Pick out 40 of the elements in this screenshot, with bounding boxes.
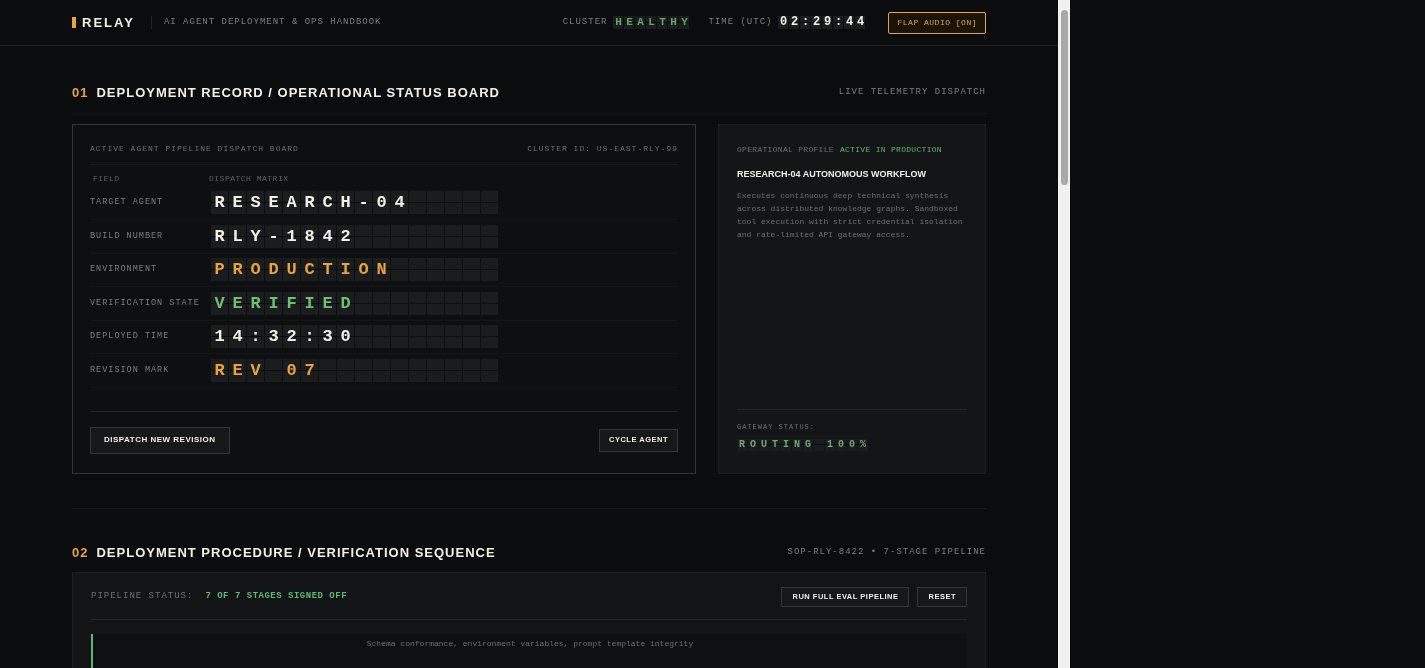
flap-value: REV 07 [211, 358, 319, 382]
flap-value: 14:32:30 [211, 325, 355, 349]
field-label: TARGET AGENT [90, 196, 165, 210]
flap-audio-button[interactable]: FLAP AUDIO [ON] [888, 11, 986, 34]
pipeline-status-label: PIPELINE STATUS: [91, 590, 194, 604]
subtitle: AI AGENT DEPLOYMENT & OPS HANDBOOK [150, 15, 382, 30]
section-title: DEPLOYMENT RECORD / OPERATIONAL STATUS BOARD [96, 84, 500, 102]
time-label: TIME (UTC) [708, 15, 773, 29]
section-title: DEPLOYMENT PROCEDURE / VERIFICATION SEQUENCE [96, 543, 496, 562]
dispatch-new-revision-button[interactable]: DISPATCH NEW REVISION [90, 426, 230, 454]
field-label: ENVIRONMENT [90, 263, 159, 277]
cluster-status: HEALTHY [613, 16, 691, 29]
board-title: ACTIVE AGENT PIPELINE DISPATCH BOARD [90, 142, 299, 155]
flap-value: RLY-1842 [211, 224, 355, 248]
profile-label: OPERATIONAL PROFILE [737, 143, 834, 156]
profile-status: ACTIVE IN PRODUCTION [839, 143, 942, 156]
field-label: VERIFICATION STATE [90, 296, 201, 310]
logo-text: RELAY [82, 13, 135, 32]
logo-bar-icon [72, 17, 76, 28]
column-header: DISPATCH MATRIX [209, 172, 289, 185]
profile-title: RESEARCH-04 AUTONOMOUS WORKFLOW [737, 167, 927, 181]
scrollbar-thumb[interactable] [1060, 10, 1068, 185]
pipeline-status-value: 7 OF 7 STAGES SIGNED OFF [205, 590, 348, 604]
column-header: FIELD [92, 172, 121, 185]
clock-time: 02:29:44 [778, 16, 867, 29]
flap-value: RESEARCH-04 [211, 191, 409, 215]
gateway-status: ROUTING 100% [737, 438, 869, 451]
cluster-label: CLUSTER [562, 15, 608, 29]
field-label: REVISION MARK [90, 363, 171, 377]
flap-value: VERIFIED [211, 291, 355, 315]
section-number: 01 [72, 84, 89, 102]
section-meta: LIVE TELEMETRY DISPATCH [838, 86, 986, 99]
profile-description: Executes continuous deep technical synthesis across distributed knowledge graphs. Sandboxed tool execution with strict credential isolation and rate-limited API gateway access. [737, 190, 964, 241]
section-meta: SOP-RLY-8422 • 7-STAGE PIPELINE [787, 545, 986, 559]
cluster-id: CLUSTER ID: US-EAST-RLY-99 [527, 142, 678, 155]
flap-value: PRODUCTION [211, 258, 391, 282]
field-label: BUILD NUMBER [90, 229, 165, 243]
stage-description: Schema conformance, environment variables, prompt template integrity [366, 638, 694, 650]
section-number: 02 [72, 543, 89, 562]
field-label: DEPLOYED TIME [90, 330, 171, 344]
